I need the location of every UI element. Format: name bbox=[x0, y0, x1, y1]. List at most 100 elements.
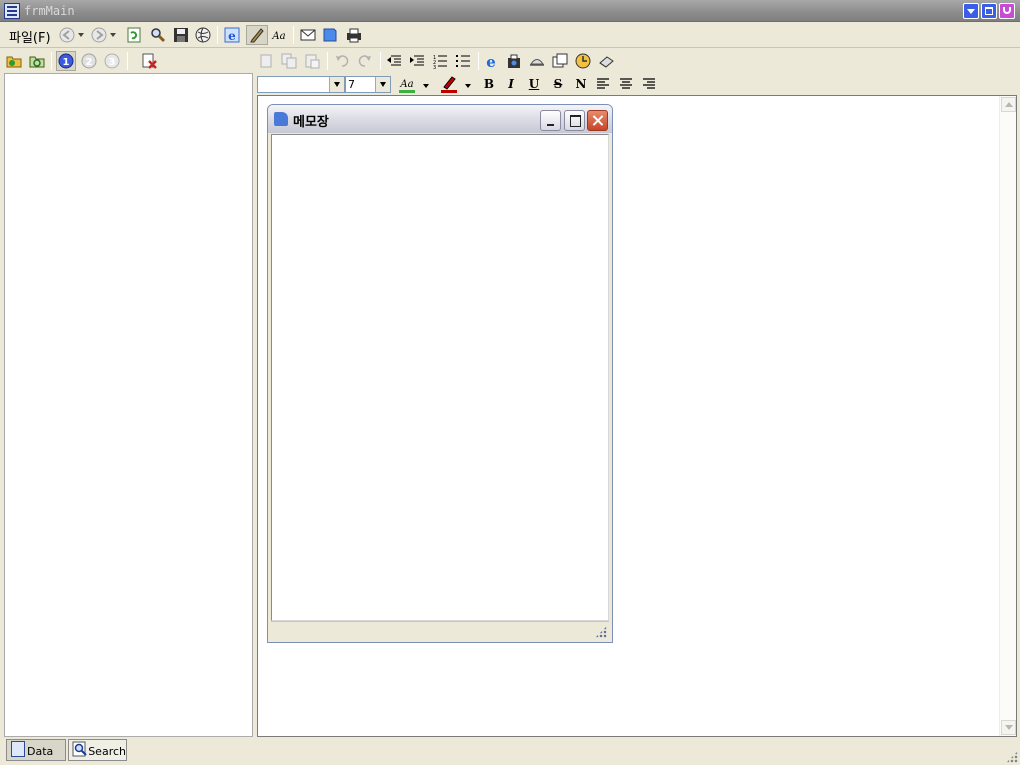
undo-button[interactable] bbox=[333, 52, 351, 70]
tree-panel[interactable] bbox=[4, 73, 253, 737]
window-title: frmMain bbox=[24, 4, 75, 18]
number-three-icon: 3 bbox=[104, 53, 120, 69]
text-style-icon: Aa bbox=[271, 31, 285, 42]
memo-close-button[interactable] bbox=[587, 110, 608, 131]
resize-grip-icon[interactable] bbox=[1006, 751, 1018, 763]
refresh-button[interactable] bbox=[125, 26, 143, 44]
memo-title-bar[interactable]: 메모장 bbox=[268, 105, 612, 133]
eraser-icon bbox=[599, 56, 614, 68]
font-size-select[interactable]: 7 bbox=[345, 76, 391, 93]
font-color-button[interactable]: Aa bbox=[398, 75, 416, 93]
normal-button[interactable]: N bbox=[572, 76, 590, 92]
align-right-button[interactable] bbox=[640, 75, 658, 93]
align-center-button[interactable] bbox=[617, 75, 635, 93]
mail-button[interactable] bbox=[299, 26, 317, 44]
tab-search[interactable]: Search bbox=[68, 739, 127, 761]
align-right-icon bbox=[643, 78, 655, 89]
toolbar-separator bbox=[380, 52, 381, 70]
chevron-down-icon[interactable] bbox=[375, 77, 390, 92]
highlight-button[interactable] bbox=[440, 75, 458, 93]
font-name-select[interactable] bbox=[257, 76, 345, 93]
internet-explorer-icon: e bbox=[486, 53, 496, 69]
memo-textarea[interactable] bbox=[271, 134, 609, 621]
globe-button[interactable] bbox=[194, 26, 212, 44]
memo-window[interactable]: 메모장 bbox=[267, 104, 613, 643]
numbered-list-icon: 123 bbox=[433, 55, 447, 69]
folder-refresh-icon bbox=[29, 56, 45, 68]
internet-explorer-icon: e bbox=[224, 27, 240, 43]
tab-search-label: Search bbox=[88, 745, 126, 758]
insert-image-button[interactable] bbox=[505, 52, 523, 70]
scroll-down-button[interactable] bbox=[1001, 720, 1016, 735]
save-button[interactable] bbox=[172, 26, 190, 44]
floppy-disk-icon bbox=[174, 28, 188, 42]
memo-button[interactable] bbox=[321, 26, 339, 44]
italic-button[interactable]: I bbox=[502, 76, 520, 92]
forward-button[interactable] bbox=[90, 26, 108, 44]
view-2-button[interactable]: 2 bbox=[80, 52, 98, 70]
forward-dropdown[interactable] bbox=[108, 26, 118, 44]
insert-link-button[interactable]: e bbox=[482, 52, 500, 70]
refresh-tree-button[interactable] bbox=[28, 52, 46, 70]
edit-mode-button[interactable] bbox=[246, 25, 268, 45]
tab-data[interactable]: Data bbox=[6, 739, 66, 761]
app-icon[interactable] bbox=[4, 3, 20, 19]
menu-file[interactable]: 파일(F) bbox=[9, 27, 51, 46]
outdent-button[interactable] bbox=[385, 52, 403, 70]
toolbar-separator bbox=[327, 52, 328, 70]
svg-text:3: 3 bbox=[433, 65, 436, 69]
print-button[interactable] bbox=[345, 26, 363, 44]
toolbar-separator bbox=[217, 26, 218, 44]
insert-time-button[interactable] bbox=[574, 52, 592, 70]
back-dropdown[interactable] bbox=[76, 26, 86, 44]
chevron-down-icon[interactable] bbox=[329, 77, 344, 92]
folder-add-icon bbox=[6, 56, 22, 68]
numbered-list-button[interactable]: 123 bbox=[431, 52, 449, 70]
paste-button[interactable] bbox=[303, 52, 321, 70]
redo-button[interactable] bbox=[356, 52, 374, 70]
horizontal-rule-icon bbox=[530, 59, 544, 66]
view-1-button[interactable]: 1 bbox=[56, 51, 76, 71]
indent-icon bbox=[410, 55, 424, 66]
bold-button[interactable]: B bbox=[480, 76, 498, 92]
font-style-button[interactable]: Aa bbox=[270, 26, 288, 44]
database-icon bbox=[11, 741, 25, 757]
title-bar[interactable]: frmMain bbox=[0, 0, 1020, 22]
search-icon bbox=[151, 28, 166, 43]
restore-button[interactable] bbox=[981, 3, 997, 19]
pencil-icon bbox=[250, 28, 264, 43]
back-button[interactable] bbox=[58, 26, 76, 44]
search-button[interactable] bbox=[149, 26, 167, 44]
close-icon bbox=[1003, 7, 1011, 14]
view-3-button[interactable]: 3 bbox=[103, 52, 121, 70]
vertical-scrollbar[interactable] bbox=[999, 96, 1016, 736]
svg-text:1: 1 bbox=[63, 57, 70, 68]
indent-button[interactable] bbox=[408, 52, 426, 70]
align-left-button[interactable] bbox=[594, 75, 612, 93]
copy-button[interactable] bbox=[280, 52, 298, 70]
delete-button[interactable] bbox=[140, 52, 158, 70]
toolbar-separator bbox=[51, 52, 52, 70]
insert-table-button[interactable] bbox=[551, 52, 569, 70]
strikethrough-button[interactable]: S bbox=[549, 76, 567, 92]
eraser-button[interactable] bbox=[597, 52, 615, 70]
highlight-dropdown[interactable] bbox=[463, 77, 473, 95]
refresh-icon bbox=[127, 27, 141, 43]
close-button[interactable] bbox=[999, 3, 1015, 19]
resize-grip-icon[interactable] bbox=[595, 626, 607, 638]
undo-icon bbox=[336, 55, 349, 67]
memo-minimize-button[interactable] bbox=[540, 110, 561, 131]
font-color-dropdown[interactable] bbox=[421, 77, 431, 95]
underline-button[interactable]: U bbox=[525, 76, 543, 92]
insert-line-button[interactable] bbox=[528, 52, 546, 70]
memo-maximize-button[interactable] bbox=[564, 110, 585, 131]
browser-button[interactable]: e bbox=[223, 26, 241, 44]
memo-title: 메모장 bbox=[293, 115, 329, 130]
minimize-button[interactable] bbox=[963, 3, 979, 19]
cut-button[interactable] bbox=[257, 52, 275, 70]
bullet-list-button[interactable] bbox=[454, 52, 472, 70]
scroll-up-button[interactable] bbox=[1001, 97, 1016, 112]
chevron-down-icon bbox=[465, 84, 471, 88]
forward-arrow-icon bbox=[91, 27, 107, 43]
add-folder-button[interactable] bbox=[5, 52, 23, 70]
